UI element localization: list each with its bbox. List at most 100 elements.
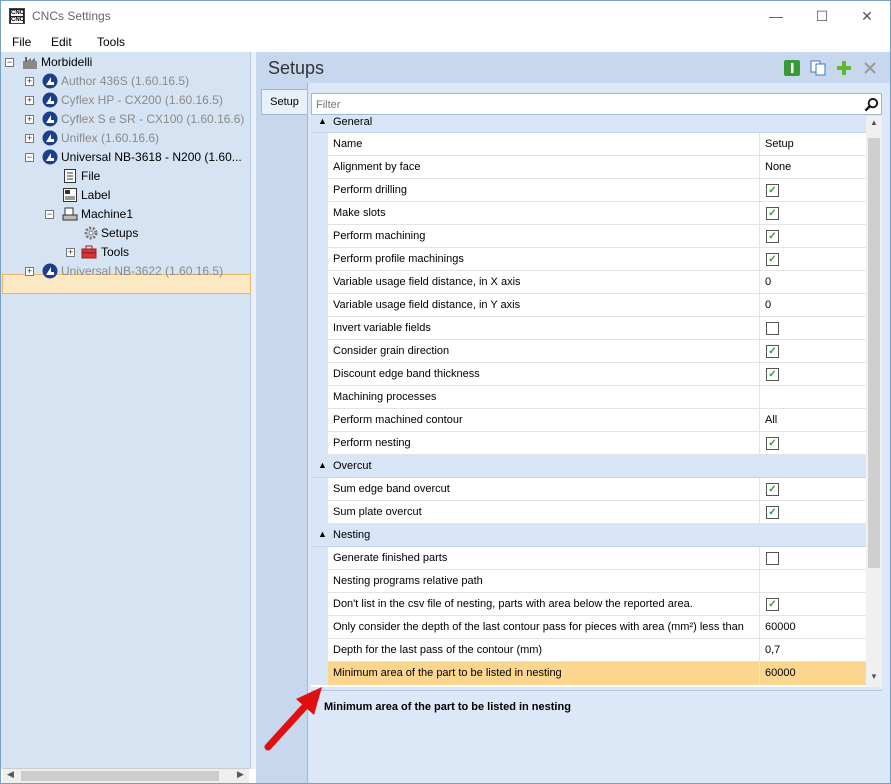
property-row[interactable]: Sum plate overcut ✓ [311, 501, 866, 524]
tree-item-uniflex[interactable]: + Uniflex (1.60.16.6) [25, 129, 245, 148]
property-row[interactable]: Perform profile machinings ✓ [311, 248, 866, 271]
checkbox-checked[interactable]: ✓ [766, 368, 779, 381]
filter-input[interactable] [316, 97, 846, 113]
expand-icon[interactable]: + [25, 115, 34, 124]
property-row[interactable]: Sum edge band overcut ✓ [311, 478, 866, 501]
menu-file[interactable]: File [12, 35, 31, 49]
expand-icon[interactable]: + [25, 96, 34, 105]
copy-icon[interactable] [809, 59, 827, 77]
property-row[interactable]: Perform machined contour All [311, 409, 866, 432]
collapse-icon[interactable]: − [5, 58, 14, 67]
checkbox-checked[interactable]: ✓ [766, 483, 779, 496]
info-icon[interactable] [783, 59, 801, 77]
property-value[interactable]: None [760, 156, 866, 179]
scroll-right-icon[interactable]: ▶ [237, 769, 244, 780]
property-row[interactable]: Perform machining ✓ [311, 225, 866, 248]
expand-icon[interactable]: + [25, 267, 34, 276]
checkbox-checked[interactable]: ✓ [766, 230, 779, 243]
search-icon[interactable] [864, 97, 879, 112]
maximize-button[interactable]: ☐ [799, 1, 845, 32]
property-row[interactable]: Make slots ✓ [311, 202, 866, 225]
property-row[interactable]: Don't list in the csv file of nesting, p… [311, 593, 866, 616]
menu-edit[interactable]: Edit [51, 35, 72, 49]
tree-item-setups[interactable]: Setups [83, 224, 243, 243]
property-value[interactable]: 60000 [760, 662, 866, 685]
tree-item-file[interactable]: File [62, 167, 242, 186]
app-window: CNC CNC CNCs Settings — ☐ ✕ File Edit Too… [0, 0, 891, 784]
property-row[interactable]: Invert variable fields [311, 317, 866, 340]
add-icon[interactable] [835, 59, 853, 77]
checkbox-unchecked[interactable] [766, 322, 779, 335]
category-general[interactable]: ▲ General [311, 116, 866, 133]
property-row[interactable]: Alignment by face None [311, 156, 866, 179]
property-row[interactable]: Only consider the depth of the last cont… [311, 616, 866, 639]
property-row[interactable]: Discount edge band thickness ✓ [311, 363, 866, 386]
tree-horizontal-scrollbar[interactable]: ◀ ▶ [3, 768, 249, 783]
property-value[interactable]: 0,7 [760, 639, 866, 662]
category-overcut[interactable]: ▲ Overcut [311, 455, 866, 478]
property-value[interactable]: 0 [760, 294, 866, 317]
filter-box[interactable] [311, 93, 882, 115]
category-nesting[interactable]: ▲ Nesting [311, 524, 866, 547]
property-row[interactable]: Consider grain direction ✓ [311, 340, 866, 363]
tree-item-morbidelli[interactable]: − Morbidelli [5, 53, 245, 72]
property-value[interactable] [760, 386, 866, 409]
property-row[interactable]: Variable usage field distance, in Y axis… [311, 294, 866, 317]
checkbox-checked[interactable]: ✓ [766, 184, 779, 197]
property-value[interactable] [760, 570, 866, 593]
property-row[interactable]: Variable usage field distance, in X axis… [311, 271, 866, 294]
property-row-selected[interactable]: Minimum area of the part to be listed in… [311, 662, 866, 685]
checkbox-checked[interactable]: ✓ [766, 506, 779, 519]
collapse-arrow-icon[interactable]: ▲ [318, 116, 327, 126]
property-row[interactable]: Perform nesting ✓ [311, 432, 866, 455]
delete-icon[interactable] [861, 59, 879, 77]
property-grid-container: ▲ General Name Setup Alignment by faceNo… [307, 83, 890, 783]
property-value[interactable]: 0 [760, 271, 866, 294]
tree-label: Label [81, 188, 111, 202]
checkbox-checked[interactable]: ✓ [766, 437, 779, 450]
tree-label: Cyflex S e SR - CX100 (1.60.16.6) [61, 112, 245, 126]
checkbox-checked[interactable]: ✓ [766, 345, 779, 358]
tree-item-machine1[interactable]: − Machine1 [45, 205, 245, 224]
tree-item-tools[interactable]: + Tools [66, 243, 246, 262]
scroll-down-icon[interactable]: ▼ [870, 672, 878, 681]
checkbox-checked[interactable]: ✓ [766, 207, 779, 220]
collapse-icon[interactable]: − [45, 210, 54, 219]
expand-icon[interactable]: + [66, 248, 75, 257]
tree-item-label[interactable]: Label [62, 186, 242, 205]
grid-vertical-scrollbar[interactable]: ▲ ▼ [866, 116, 882, 687]
property-value[interactable]: 60000 [760, 616, 866, 639]
checkbox-unchecked[interactable] [766, 552, 779, 565]
property-row[interactable]: Perform drilling ✓ [311, 179, 866, 202]
collapse-arrow-icon[interactable]: ▲ [318, 529, 327, 539]
checkbox-checked[interactable]: ✓ [766, 253, 779, 266]
property-row[interactable]: Generate finished parts [311, 547, 866, 570]
collapse-icon[interactable]: − [25, 153, 34, 162]
property-row[interactable]: Machining processes [311, 386, 866, 409]
checkbox-checked[interactable]: ✓ [766, 598, 779, 611]
scrollbar-thumb[interactable] [868, 138, 880, 568]
minimize-button[interactable]: — [753, 1, 799, 32]
scroll-up-icon[interactable]: ▲ [870, 118, 878, 127]
scrollbar-thumb[interactable] [21, 771, 219, 781]
collapse-arrow-icon[interactable]: ▲ [318, 460, 327, 470]
tree-label: Tools [101, 245, 130, 259]
tab-setup[interactable]: Setup [261, 89, 307, 115]
tree-item-author-436s[interactable]: + Author 436S (1.60.16.5) [25, 72, 245, 91]
tree-item-cyflex-s[interactable]: + Cyflex S e SR - CX100 (1.60.16.6) [25, 110, 245, 129]
tree-item-cyflex-hp[interactable]: + Cyflex HP - CX200 (1.60.16.5) [25, 91, 245, 110]
expand-icon[interactable]: + [25, 77, 34, 86]
property-row[interactable]: Nesting programs relative path [311, 570, 866, 593]
property-name: Minimum area of the part to be listed in… [328, 662, 760, 685]
property-row[interactable]: Depth for the last pass of the contour (… [311, 639, 866, 662]
setups-panel: Setups Setup ▲ General Name Setup [256, 52, 890, 783]
tree-item-universal-nb-3622[interactable]: + Universal NB-3622 (1.60.16.5) [25, 262, 245, 281]
close-button[interactable]: ✕ [844, 1, 890, 32]
property-name: Nesting programs relative path [328, 570, 760, 593]
menu-tools[interactable]: Tools [97, 35, 125, 49]
scroll-left-icon[interactable]: ◀ [7, 769, 14, 780]
expand-icon[interactable]: + [25, 134, 34, 143]
tree-item-universal-nb-3618[interactable]: − Universal NB-3618 - N200 (1.60... [25, 148, 245, 167]
tree-label: File [81, 169, 101, 183]
property-value[interactable]: All [760, 409, 866, 432]
